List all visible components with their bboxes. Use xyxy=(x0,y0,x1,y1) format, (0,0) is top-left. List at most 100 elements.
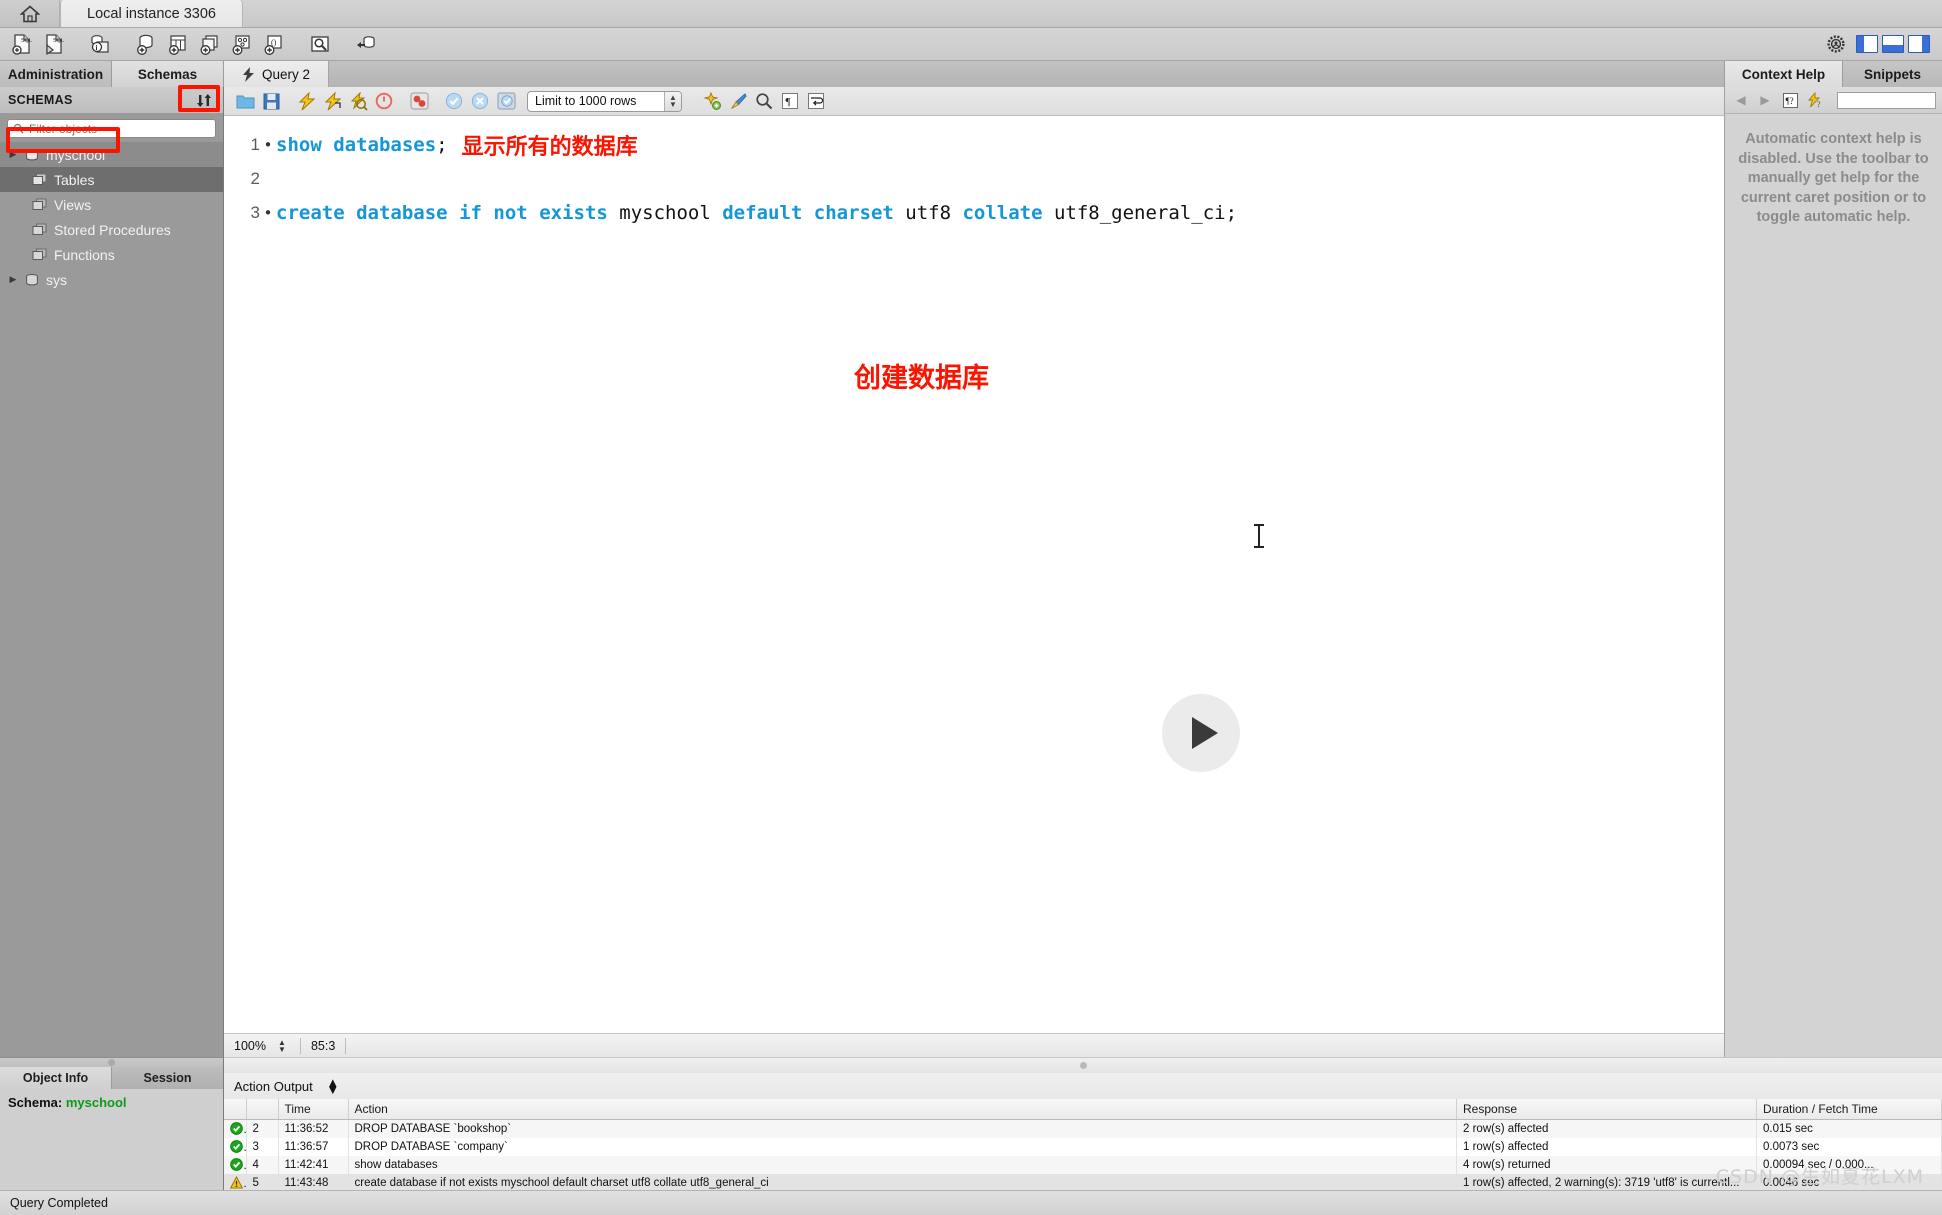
arrow-left-icon[interactable]: ◀ xyxy=(1731,90,1751,110)
reconnect-server-icon[interactable] xyxy=(350,30,382,58)
row-duration: 0.0073 sec xyxy=(1756,1138,1942,1156)
folder-objects-icon xyxy=(32,223,47,235)
table-row[interactable]: 4 11:42:41 show databases 4 row(s) retur… xyxy=(224,1156,1942,1174)
filter-objects-input[interactable] xyxy=(29,121,210,136)
col-response[interactable]: Response xyxy=(1456,1099,1757,1120)
home-button[interactable] xyxy=(0,0,60,27)
row-status-cell xyxy=(224,1119,247,1138)
line-number: 2 xyxy=(250,169,260,188)
row-time: 11:36:52 xyxy=(278,1119,349,1138)
autocommit-icon[interactable] xyxy=(493,89,519,113)
chevron-right-icon[interactable]: ▶ xyxy=(8,274,18,285)
toggle-auto-help-icon[interactable]: ? xyxy=(1805,90,1827,110)
new-schema-icon[interactable] xyxy=(130,30,162,58)
output-type-stepper-icon[interactable]: ▲ ▼ xyxy=(325,1076,341,1096)
panel-resize-handle[interactable] xyxy=(0,1058,223,1067)
new-sql-tab-icon[interactable]: SQL xyxy=(6,30,38,58)
sidebar-item-sys[interactable]: ▶ sys xyxy=(0,267,223,292)
sidebar-filter-wrap xyxy=(0,114,223,142)
rollback-icon[interactable] xyxy=(467,89,493,113)
toggle-output-icon[interactable] xyxy=(1882,35,1904,53)
arrow-right-icon[interactable]: ▶ xyxy=(1755,90,1775,110)
toggle-secondary-sidebar-icon[interactable] xyxy=(1908,35,1930,53)
editor-zoom-level: 100% xyxy=(234,1038,266,1053)
sidebar-item-stored-procedures[interactable]: Stored Procedures xyxy=(0,217,223,242)
row-action: DROP DATABASE `company` xyxy=(348,1138,1457,1156)
new-procedure-icon[interactable] xyxy=(226,30,258,58)
output-resize-handle[interactable] xyxy=(224,1057,1942,1073)
tab-row-filler xyxy=(329,61,1724,87)
zoom-stepper-icon[interactable]: ▲ ▼ xyxy=(274,1038,290,1053)
execute-all-icon[interactable] xyxy=(293,89,319,113)
stepper-icon[interactable]: ▲ ▼ xyxy=(664,91,681,111)
tab-administration[interactable]: Administration xyxy=(0,61,112,87)
lightning-icon xyxy=(243,66,254,82)
table-header-row: Time Action Response Duration / Fetch Ti… xyxy=(224,1099,1942,1120)
annotation-create-database: 创建数据库 xyxy=(854,363,989,394)
row-action: show databases xyxy=(348,1156,1457,1174)
tab-session-label: Session xyxy=(143,1071,192,1085)
execute-current-icon[interactable] xyxy=(319,89,345,113)
sql-keyword: create xyxy=(276,202,345,224)
settings-gear-icon[interactable] xyxy=(1820,30,1852,58)
tab-query-2[interactable]: Query 2 xyxy=(224,61,330,87)
tab-snippets[interactable]: Snippets xyxy=(1842,61,1942,87)
invisible-chars-icon[interactable]: ¶ xyxy=(777,89,803,113)
new-view-icon[interactable] xyxy=(194,30,226,58)
row-index: 3 xyxy=(246,1138,279,1156)
explain-icon[interactable] xyxy=(345,89,371,113)
filter-objects-field[interactable] xyxy=(7,119,216,138)
tab-object-info[interactable]: Object Info xyxy=(0,1067,111,1089)
col-action[interactable]: Action xyxy=(348,1099,1457,1120)
save-file-icon[interactable] xyxy=(258,89,284,113)
open-sql-script-icon[interactable]: SQL xyxy=(38,30,70,58)
tab-session[interactable]: Session xyxy=(111,1067,223,1089)
context-help-search-input[interactable] xyxy=(1837,91,1936,109)
col-duration[interactable]: Duration / Fetch Time xyxy=(1756,1099,1942,1120)
tab-context-help[interactable]: Context Help xyxy=(1724,61,1842,87)
col-index[interactable] xyxy=(246,1099,279,1120)
svg-text:?: ? xyxy=(1817,100,1821,109)
row-duration: 0.00094 sec / 0.000... xyxy=(1756,1156,1942,1174)
sql-keyword: database xyxy=(356,202,448,224)
find-icon[interactable] xyxy=(751,89,777,113)
col-status[interactable] xyxy=(224,1099,247,1120)
row-status-cell xyxy=(224,1156,247,1174)
sidebar-item-myschool[interactable]: ▶ myschool xyxy=(0,142,223,167)
stop-icon[interactable] xyxy=(371,89,397,113)
new-table-icon[interactable] xyxy=(162,30,194,58)
open-file-icon[interactable] xyxy=(232,89,258,113)
sql-keyword: show xyxy=(276,134,322,156)
chevron-right-icon[interactable]: ▶ xyxy=(8,149,18,160)
table-row[interactable]: 3 11:36:57 DROP DATABASE `company` 1 row… xyxy=(224,1138,1942,1156)
commit-icon[interactable] xyxy=(441,89,467,113)
server-info-icon[interactable]: i xyxy=(84,30,116,58)
toggle-sidebar-icon[interactable] xyxy=(1856,35,1878,53)
sidebar-header: SCHEMAS xyxy=(0,87,223,114)
new-function-icon[interactable]: () xyxy=(258,30,290,58)
action-output-header: Action Output ▲ ▼ xyxy=(224,1073,1942,1099)
manual-help-icon[interactable]: ¶? xyxy=(1779,90,1801,110)
sql-code-area[interactable]: 1 • show databases ; 显示所有的数据库 2 3 • crea… xyxy=(224,116,1724,1033)
clear-icon[interactable] xyxy=(725,89,751,113)
line-number: 3 xyxy=(250,203,260,222)
col-time[interactable]: Time xyxy=(278,1099,349,1120)
object-info-schema-label: Schema: xyxy=(8,1095,63,1110)
tab-schemas[interactable]: Schemas xyxy=(112,61,224,87)
caret-position: 85:3 xyxy=(310,1038,336,1053)
search-data-icon[interactable] xyxy=(304,30,336,58)
wrap-lines-icon[interactable] xyxy=(803,89,829,113)
limit-rows-select[interactable]: Limit to 1000 rows ▲ ▼ xyxy=(527,90,682,112)
toggle-stop-on-error-icon[interactable] xyxy=(406,89,432,113)
sidebar-item-functions[interactable]: Functions xyxy=(0,242,223,267)
play-overlay-button[interactable] xyxy=(1162,694,1240,772)
row-index: 4 xyxy=(246,1156,279,1174)
instance-tab[interactable]: Local instance 3306 xyxy=(60,0,243,27)
beautify-icon[interactable] xyxy=(699,89,725,113)
refresh-icon[interactable] xyxy=(193,91,215,110)
instance-tab-label: Local instance 3306 xyxy=(87,5,216,22)
table-row[interactable]: 2 11:36:52 DROP DATABASE `bookshop` 2 ro… xyxy=(224,1119,1942,1138)
sidebar-item-views[interactable]: Views xyxy=(0,192,223,217)
sidebar-item-tables[interactable]: Tables xyxy=(0,167,223,192)
window-tab-bar: Local instance 3306 xyxy=(0,0,1942,28)
